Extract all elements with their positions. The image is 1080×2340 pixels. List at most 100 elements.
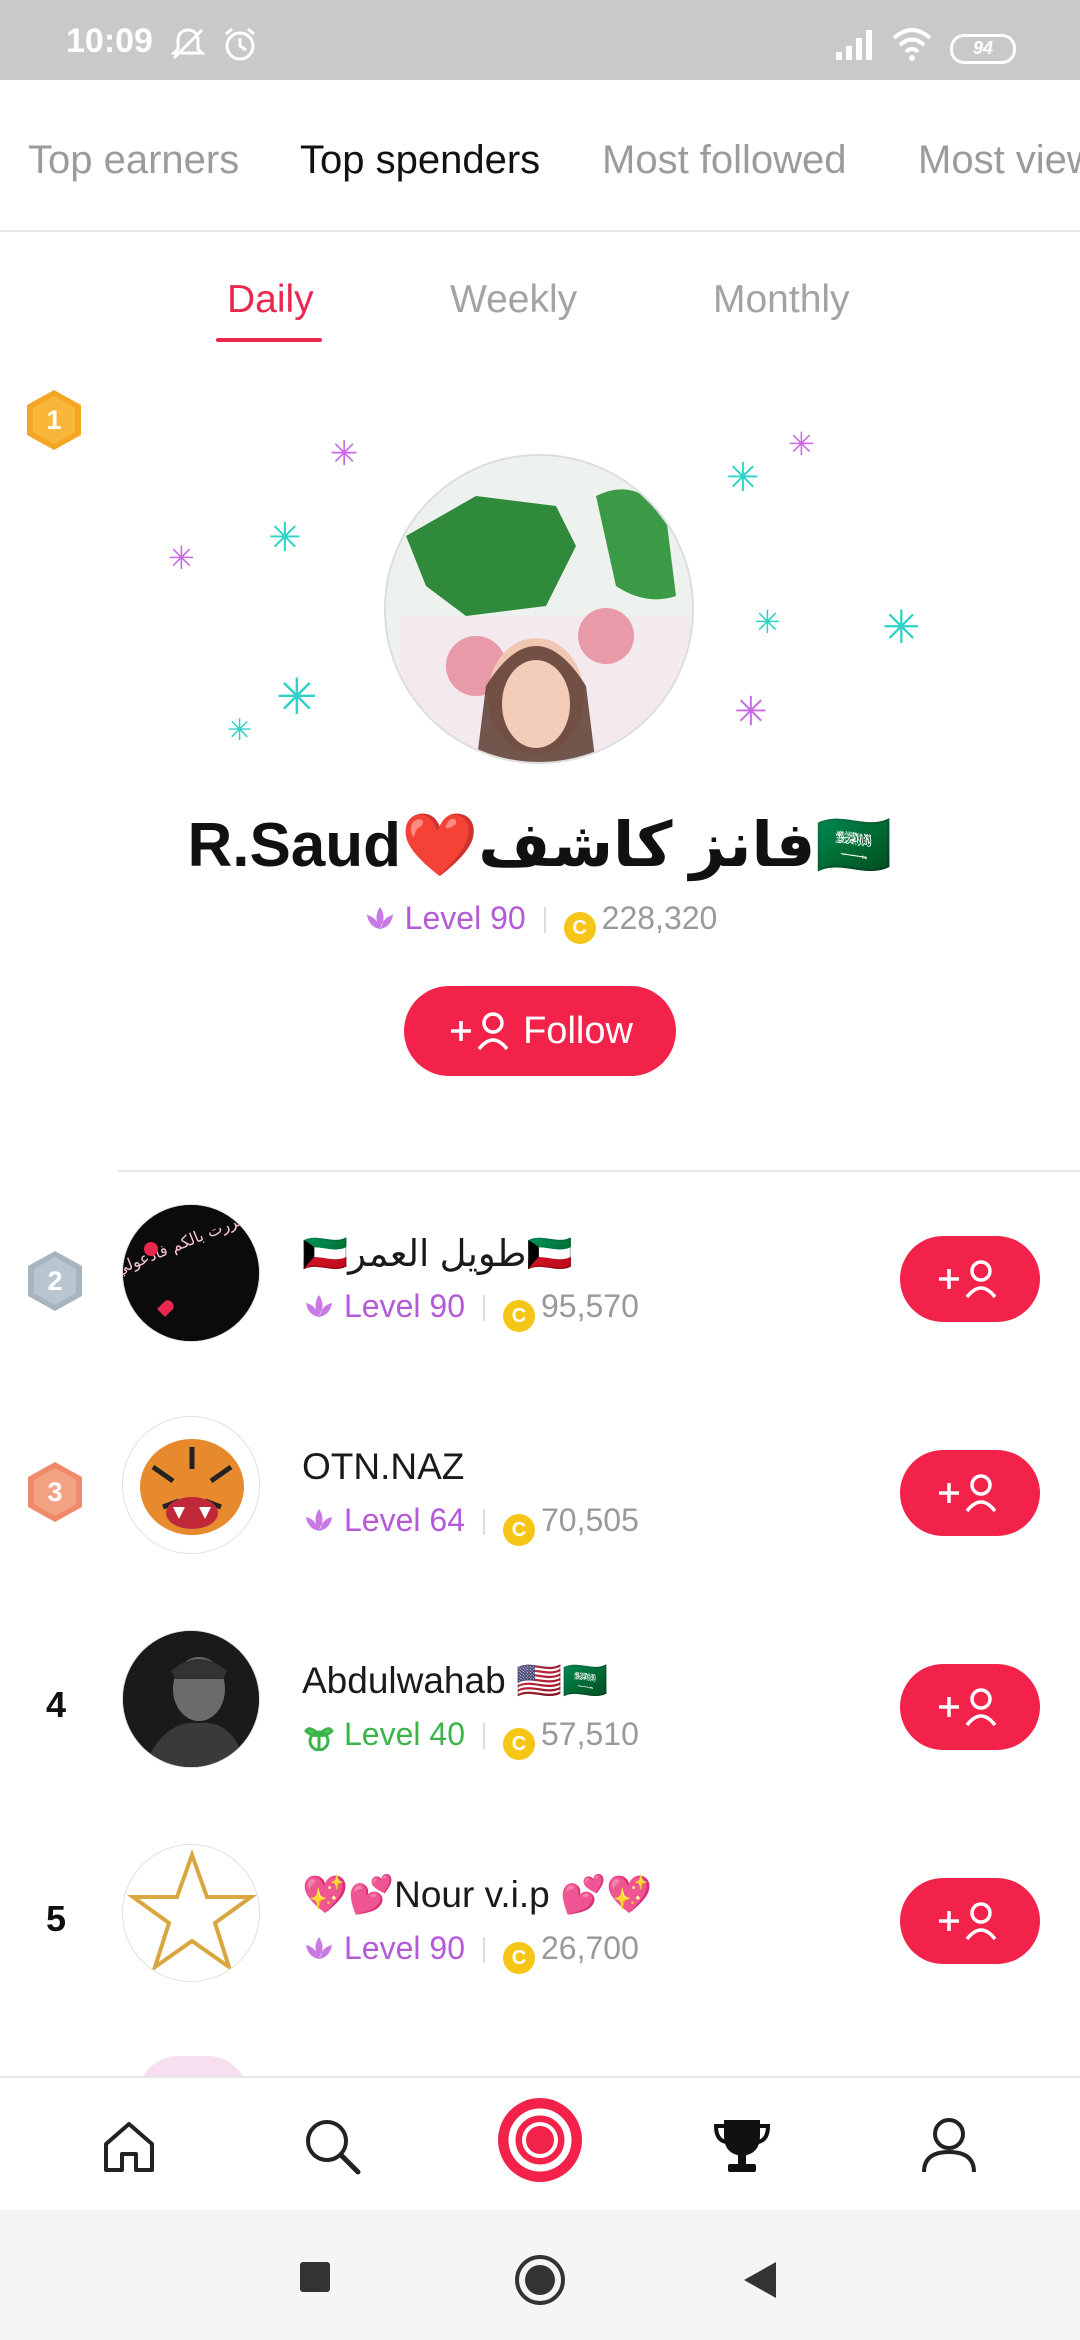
signal-icon [836,30,872,60]
sparkle-icon: ✳ [882,601,921,653]
level-sprout-icon [304,1727,334,1751]
sparkle-icon: ✳ [276,669,318,725]
avatar[interactable]: مغلق إذا مررت بالكم فادعولي بالسعاده [122,1204,260,1342]
wifi-icon [892,28,932,61]
rank-number: 4 [45,1684,67,1725]
back-icon[interactable] [742,2260,778,2300]
vip-star-logo [123,1845,259,1981]
trophy-icon[interactable] [712,2116,772,2176]
user-meta: Level 90 C 95,570 [302,1288,639,1332]
avatar[interactable] [122,1630,260,1768]
add-user-icon [939,1688,997,1727]
follow-user-button[interactable] [900,1878,1040,1964]
user-meta: Level 90 C 26,700 [302,1930,639,1974]
user-coins: 57,510 [540,1716,639,1752]
live-record-icon[interactable] [496,2096,584,2184]
bottom-nav [0,2076,1080,2210]
follow-user-button[interactable] [900,1450,1040,1536]
rank-1-number: 1 [33,396,75,444]
coin-icon: C [502,1728,535,1760]
user-meta: Level 40 C 57,510 [302,1716,639,1760]
follow-user-button[interactable] [900,1236,1040,1322]
avatar[interactable] [122,1416,260,1554]
avatar-image [123,1631,259,1767]
sparkle-icon: ✳ [754,604,781,640]
tab-daily[interactable]: Daily [227,278,314,322]
user-name: OTN.NAZ [302,1446,465,1487]
active-tab-indicator [216,338,322,342]
sparkle-icon: ✳ [726,456,760,500]
search-icon[interactable] [302,2116,362,2176]
list-item[interactable]: 4 Abdulwahab 🇺🇸🇸🇦 Level 40 C 57,510 [0,1606,1080,1806]
meta-divider [482,1295,485,1321]
rank-number: 5 [45,1898,67,1939]
level-lotus-icon [306,1509,332,1531]
tab-most-followed[interactable]: Most followed [602,138,847,183]
list-item[interactable]: 3 OTN.NAZ Level 64 C 70,505 [0,1392,1080,1592]
follow-button[interactable]: Follow [404,986,676,1076]
user-name: 🇰🇼طويل العمر🇰🇼 [302,1233,573,1274]
top-spender-name: R.Saud❤️فانز كاشف🇸🇦 [187,811,893,880]
tab-top-spenders[interactable]: Top spenders [300,138,540,183]
user-meta: Level 64 C 70,505 [302,1502,639,1546]
recent-apps-icon[interactable] [298,2260,332,2294]
sparkle-icon: ✳ [330,435,359,473]
coin-icon: C [502,1942,535,1974]
meta-divider [482,1509,485,1535]
sparkle-icon: ✳ [788,426,815,462]
meta-divider [482,1937,485,1963]
category-tabs: Top earners Top spenders Most followed M… [0,80,1080,232]
tab-top-earners[interactable]: Top earners [28,138,239,183]
list-item[interactable]: 5 💖💕Nour v.i.p 💕💖 Level 90 C 26,700 [0,1820,1080,2020]
user-level: Level 90 [344,1930,465,1966]
avatar[interactable] [122,1844,260,1982]
rank-number: 2 [34,1257,76,1305]
notifications-muted-icon [170,28,206,60]
tab-monthly[interactable]: Monthly [713,278,850,322]
user-name: 💖💕Nour v.i.p 💕💖 [302,1874,653,1915]
sparkle-icon: ✳ [227,714,253,747]
level-lotus-icon [366,907,393,929]
user-coins: 70,505 [540,1502,639,1538]
level-lotus-icon [306,1937,332,1959]
tab-most-viewed[interactable]: Most viewed [918,138,1080,183]
add-user-icon [939,1902,997,1941]
user-level: Level 40 [344,1716,465,1752]
user-coins: 95,570 [540,1288,639,1324]
rank-1-badge: 1 [27,390,81,450]
rank-2-badge: 2 [28,1251,82,1311]
add-user-icon [451,1012,509,1051]
meta-divider [543,907,546,933]
sparkle-icon: ✳ [734,690,768,734]
profile-icon[interactable] [920,2116,978,2176]
avatar-image [386,456,692,762]
status-bar: 10:09 94 [0,0,1080,80]
user-coins: 26,700 [540,1930,639,1966]
coin-icon: C [502,1300,535,1332]
status-time: 10:09 [66,22,153,60]
coin-icon: C [563,912,596,944]
avatar-image [123,1417,259,1553]
user-level: Level 90 [344,1288,465,1324]
tab-weekly[interactable]: Weekly [450,278,577,322]
follow-user-button[interactable] [900,1664,1040,1750]
add-user-icon [939,1260,997,1299]
user-level: Level 64 [344,1502,465,1538]
top-spender-level: Level 90 [404,900,526,936]
meta-divider [482,1723,485,1749]
top-spender-meta: Level 90 C 228,320 [0,900,1080,944]
alarm-icon [225,27,255,61]
coin-icon: C [502,1514,535,1546]
follow-button-label: Follow [523,1009,633,1052]
rank-3-badge: 3 [28,1462,82,1522]
system-nav-bar [0,2210,1080,2340]
home-system-icon[interactable] [514,2254,566,2306]
battery-indicator: 94 [950,34,1016,64]
level-lotus-icon [306,1295,332,1317]
sparkle-icon: ✳ [268,516,302,560]
top-spender-avatar[interactable] [384,454,694,764]
user-name: Abdulwahab 🇺🇸🇸🇦 [302,1660,609,1701]
home-icon[interactable] [100,2118,158,2176]
list-item[interactable]: 2 مغلق إذا مررت بالكم فادعولي بالسعاده 🇰… [0,1178,1080,1378]
rank-number: 3 [34,1468,76,1516]
